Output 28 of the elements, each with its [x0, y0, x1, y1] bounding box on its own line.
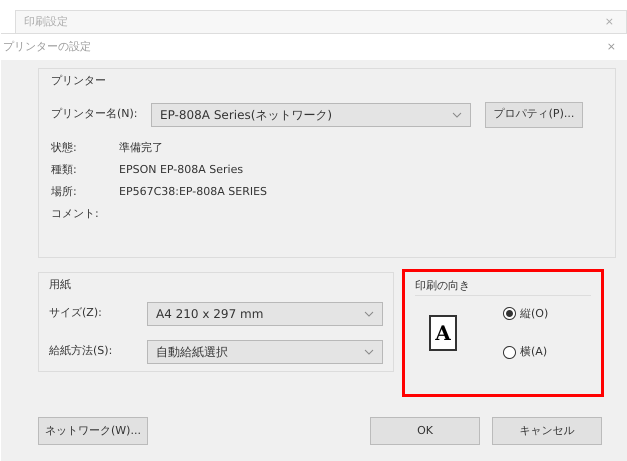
group-title: 用紙 [49, 277, 72, 293]
group-title: 印刷の向き [415, 278, 591, 296]
cancel-button[interactable]: キャンセル [492, 417, 602, 445]
info-value: EPSON EP-808A Series [119, 162, 244, 178]
info-label: コメント: [51, 206, 100, 222]
field-label: プリンター名(N): [51, 106, 139, 122]
info-label: 種類: [51, 162, 78, 178]
ok-button[interactable]: OK [370, 417, 480, 445]
properties-button[interactable]: プロパティ(P)... [485, 102, 583, 128]
chevron-down-icon [364, 348, 374, 354]
group-title: プリンター [51, 73, 107, 89]
info-label: 場所: [51, 184, 78, 200]
radio-button[interactable]: 横(A) [503, 344, 548, 360]
dropdown[interactable]: A4 210 x 297 mm [147, 302, 383, 326]
chevron-down-icon [364, 310, 374, 316]
dropdown[interactable]: 自動給紙選択 [147, 340, 383, 364]
dropdown[interactable]: EP-808A Series(ネットワーク) [151, 102, 471, 126]
info-value: EP567C38:EP-808A SERIES [119, 184, 268, 200]
radio-button[interactable]: 縦(O) [503, 306, 548, 322]
window-title: プリンターの設定 [3, 38, 91, 55]
chevron-down-icon [452, 112, 462, 118]
info-value: 準備完了 [119, 140, 163, 156]
info-label: 状態: [51, 140, 78, 156]
network-button[interactable]: ネットワーク(W)... [38, 417, 148, 445]
page-icon: A [429, 315, 457, 351]
field-label: サイズ(Z): [49, 305, 103, 322]
field-label: 給紙方法(S): [49, 343, 114, 360]
window-title: 印刷設定 [24, 14, 68, 30]
